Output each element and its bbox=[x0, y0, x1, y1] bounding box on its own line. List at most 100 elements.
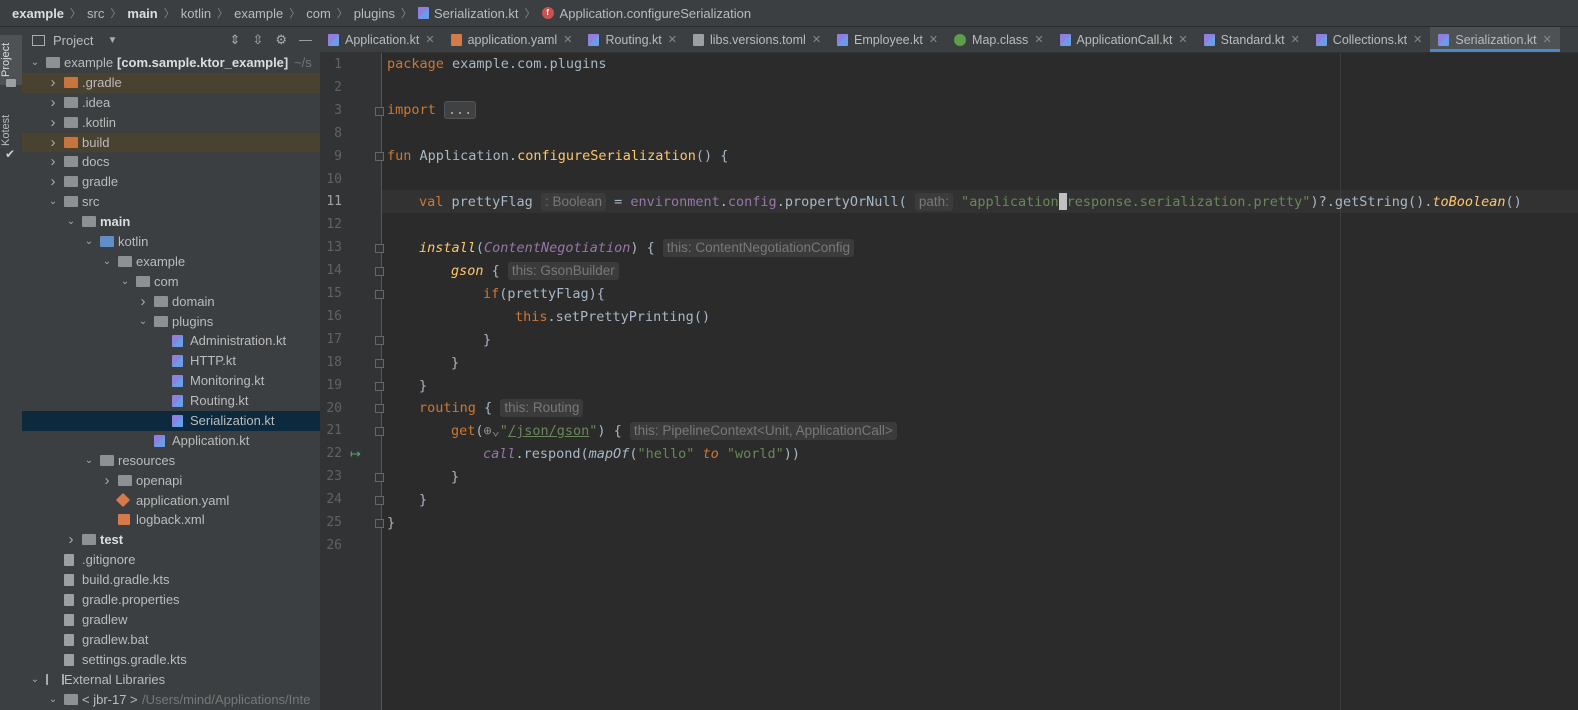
chevron-right-icon[interactable]: › bbox=[102, 471, 112, 491]
globe-icon[interactable]: ⊕⌄ bbox=[484, 423, 500, 439]
tree-item[interactable]: gradlew.bat bbox=[22, 630, 320, 650]
tree-item[interactable]: › gradle bbox=[22, 172, 320, 192]
close-icon[interactable]: ✕ bbox=[563, 33, 572, 46]
code-token: } bbox=[483, 332, 492, 348]
breadcrumb-item[interactable]: src bbox=[87, 6, 104, 21]
chevron-right-icon[interactable]: › bbox=[66, 530, 76, 550]
editor-tab[interactable]: Serialization.kt ✕ bbox=[1430, 27, 1560, 52]
line-number: 18 bbox=[326, 354, 342, 370]
tree-item[interactable]: build.gradle.kts bbox=[22, 570, 320, 590]
tree-item[interactable]: Monitoring.kt bbox=[22, 371, 320, 391]
expand-all-icon[interactable]: ⇕ bbox=[230, 32, 241, 48]
close-icon[interactable]: ✕ bbox=[1291, 33, 1300, 46]
tree-item[interactable]: ⌄ example [com.sample.ktor_example] ~/s bbox=[22, 53, 320, 73]
chevron-down-icon[interactable]: ▼ bbox=[107, 35, 117, 46]
breadcrumb-item[interactable]: main bbox=[127, 6, 157, 21]
editor-tab[interactable]: Employee.kt ✕ bbox=[829, 27, 946, 52]
chevron-down-icon[interactable]: ⌄ bbox=[66, 212, 76, 232]
tree-item[interactable]: › test bbox=[22, 530, 320, 550]
tree-item[interactable]: › domain bbox=[22, 292, 320, 312]
tree-item[interactable]: HTTP.kt bbox=[22, 351, 320, 371]
tree-item[interactable]: › docs bbox=[22, 152, 320, 172]
route-gutter-icon[interactable]: ↦ bbox=[350, 446, 361, 462]
collapse-all-icon[interactable]: ⇳ bbox=[252, 32, 263, 48]
chevron-right-icon[interactable]: › bbox=[48, 133, 58, 153]
editor-tab[interactable]: Application.kt ✕ bbox=[320, 27, 443, 52]
close-icon[interactable]: ✕ bbox=[812, 33, 821, 46]
project-tool-button[interactable]: Project bbox=[0, 35, 22, 85]
breadcrumb-item[interactable]: kotlin bbox=[181, 6, 211, 21]
close-icon[interactable]: ✕ bbox=[1413, 33, 1422, 46]
close-icon[interactable]: ✕ bbox=[1543, 33, 1552, 46]
chevron-down-icon[interactable]: ⌄ bbox=[102, 252, 112, 272]
folder-icon bbox=[118, 474, 132, 486]
tree-item[interactable]: ⌄ src bbox=[22, 192, 320, 212]
chevron-right-icon[interactable]: › bbox=[48, 73, 58, 93]
tree-item[interactable]: ⌄ kotlin bbox=[22, 232, 320, 252]
tree-item[interactable]: › .gradle bbox=[22, 72, 320, 93]
breadcrumb-item[interactable]: Serialization.kt bbox=[434, 6, 519, 21]
tree-item[interactable]: › .kotlin bbox=[22, 113, 320, 133]
chevron-down-icon[interactable]: ⌄ bbox=[48, 690, 58, 710]
editor-tab[interactable]: application.yaml ✕ bbox=[443, 27, 581, 52]
tree-item[interactable]: ⌄ com bbox=[22, 272, 320, 292]
minimize-icon[interactable]: — bbox=[299, 32, 312, 48]
chevron-down-icon[interactable]: ⌄ bbox=[138, 312, 148, 332]
tree-item-label: gradlew.bat bbox=[82, 631, 149, 647]
receiver-hint: this: PipelineContext<Unit, ApplicationC… bbox=[629, 422, 897, 440]
receiver-hint: this: Routing bbox=[500, 399, 584, 417]
close-icon[interactable]: ✕ bbox=[1034, 33, 1043, 46]
line-number: 15 bbox=[326, 286, 342, 301]
chevron-down-icon[interactable]: ⌄ bbox=[84, 451, 94, 471]
tree-item[interactable]: › openapi bbox=[22, 471, 320, 491]
close-icon[interactable]: ✕ bbox=[425, 33, 434, 46]
editor-tab[interactable]: libs.versions.toml ✕ bbox=[685, 27, 829, 52]
tree-item[interactable]: Routing.kt bbox=[22, 391, 320, 411]
project-panel-title[interactable]: Project bbox=[53, 33, 93, 48]
close-icon[interactable]: ✕ bbox=[929, 33, 938, 46]
chevron-right-icon[interactable]: › bbox=[48, 152, 58, 172]
tree-item[interactable]: › build bbox=[22, 132, 320, 153]
tree-item[interactable]: ⌄ resources bbox=[22, 451, 320, 471]
close-icon[interactable]: ✕ bbox=[668, 33, 677, 46]
tree-item[interactable]: › .idea bbox=[22, 93, 320, 113]
editor-tab[interactable]: Map.class ✕ bbox=[946, 27, 1052, 52]
tree-item[interactable]: ⌄ example bbox=[22, 252, 320, 272]
tree-item[interactable]: Serialization.kt bbox=[22, 411, 320, 431]
folded-imports[interactable]: ... bbox=[443, 101, 477, 119]
tree-item[interactable]: ⌄ < jbr-17 >/Users/mind/Applications/Inte bbox=[22, 690, 320, 710]
editor-tab[interactable]: Routing.kt ✕ bbox=[580, 27, 685, 52]
tree-item[interactable]: logback.xml bbox=[22, 510, 320, 530]
tree-item[interactable]: settings.gradle.kts bbox=[22, 650, 320, 670]
breadcrumb-item[interactable]: com bbox=[306, 6, 331, 21]
editor-tab[interactable]: Standard.kt ✕ bbox=[1196, 27, 1308, 52]
tree-item[interactable]: ⌄ plugins bbox=[22, 312, 320, 332]
tree-item[interactable]: Administration.kt bbox=[22, 331, 320, 351]
editor-tab[interactable]: Collections.kt ✕ bbox=[1308, 27, 1431, 52]
tree-item[interactable]: Application.kt bbox=[22, 431, 320, 451]
tree-item[interactable]: gradlew bbox=[22, 610, 320, 630]
tree-item[interactable]: gradle.properties bbox=[22, 590, 320, 610]
tree-item[interactable]: .gitignore bbox=[22, 550, 320, 570]
chevron-down-icon[interactable]: ⌄ bbox=[120, 272, 130, 292]
chevron-down-icon[interactable]: ⌄ bbox=[30, 53, 40, 73]
breadcrumb-item[interactable]: plugins bbox=[354, 6, 395, 21]
breadcrumb-item[interactable]: example bbox=[12, 6, 64, 21]
chevron-right-icon[interactable]: › bbox=[48, 93, 58, 113]
breadcrumb-item[interactable]: Application.configureSerialization bbox=[560, 6, 752, 21]
tree-item[interactable]: ⌄ main bbox=[22, 212, 320, 232]
gear-icon[interactable]: ⚙ bbox=[275, 32, 287, 48]
route-link[interactable]: /json/gson bbox=[508, 423, 589, 439]
code-editor[interactable]: package example.com.plugins import ... f… bbox=[382, 53, 1578, 710]
chevron-right-icon[interactable]: › bbox=[48, 172, 58, 192]
breadcrumb-item[interactable]: example bbox=[234, 6, 283, 21]
chevron-down-icon[interactable]: ⌄ bbox=[84, 232, 94, 252]
close-icon[interactable]: ✕ bbox=[1178, 33, 1187, 46]
chevron-down-icon[interactable]: ⌄ bbox=[30, 670, 40, 690]
editor-tab[interactable]: ApplicationCall.kt ✕ bbox=[1052, 27, 1196, 52]
chevron-right-icon[interactable]: › bbox=[138, 292, 148, 312]
chevron-down-icon[interactable]: ⌄ bbox=[48, 192, 58, 212]
tree-item[interactable]: ⌄ External Libraries bbox=[22, 670, 320, 690]
chevron-right-icon[interactable]: › bbox=[48, 113, 58, 133]
tree-item[interactable]: application.yaml bbox=[22, 491, 320, 511]
